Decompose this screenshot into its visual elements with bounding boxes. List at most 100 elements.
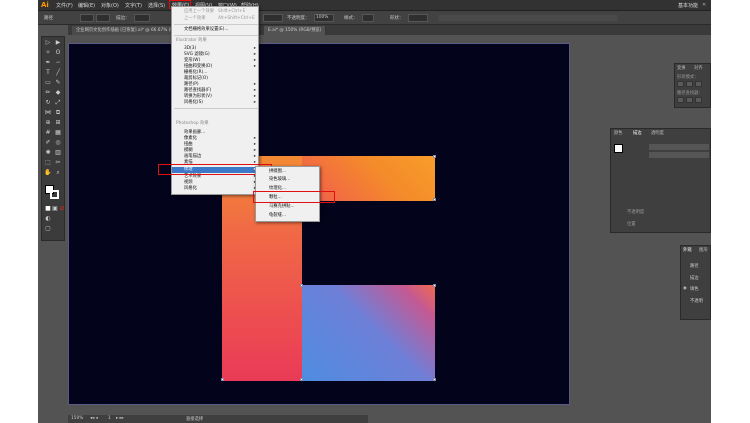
left-margin <box>0 0 38 423</box>
workspace-switcher[interactable]: 基本功能 <box>678 2 698 9</box>
tab-stroke[interactable]: 描边 <box>633 130 642 136</box>
submenu-item-mosaic-tiles[interactable]: 马赛克拼贴... <box>256 204 319 210</box>
align-controls[interactable] <box>438 14 618 22</box>
merge-button[interactable] <box>695 97 702 103</box>
submenu-item-craquelure[interactable]: 龟裂缝... <box>256 213 319 219</box>
anchor-point[interactable] <box>221 378 224 381</box>
brush-select[interactable] <box>263 14 283 22</box>
anchor-point[interactable] <box>433 155 436 158</box>
artboard-next-icon[interactable]: ▸ ▸▸ <box>116 416 124 421</box>
submenu-item-stained-glass[interactable]: 染色玻璃... <box>256 177 319 183</box>
zoom-tool-icon[interactable]: ⌕ <box>54 169 62 177</box>
menu-separator <box>174 35 258 36</box>
draw-mode-icon[interactable]: ◐ <box>44 215 52 223</box>
width-tool-icon[interactable]: ⋈ <box>44 109 52 117</box>
anchor-point[interactable] <box>300 284 303 287</box>
pencil-icon[interactable]: ✏ <box>44 89 52 97</box>
unite-button[interactable] <box>677 81 684 87</box>
selection-tool-icon[interactable]: ▷ <box>44 39 52 47</box>
stroke-swatch[interactable] <box>96 14 110 22</box>
gradient-tool-icon[interactable]: ▦ <box>54 129 62 137</box>
shape-select[interactable] <box>408 14 428 22</box>
none-mode-icon[interactable]: ⧄ <box>58 205 66 213</box>
menu-item-apply-last-effect[interactable]: 应用上一个效果 Shift+Ctrl+E <box>172 9 260 15</box>
fill-swatch[interactable] <box>80 14 94 22</box>
letter-e-bottom-block[interactable] <box>302 285 435 381</box>
tab-transparency[interactable]: 透明度 <box>651 130 664 136</box>
stroke-weight-input[interactable] <box>134 14 150 22</box>
line-tool-icon[interactable]: ╱ <box>54 69 62 77</box>
style-select[interactable] <box>362 14 374 22</box>
screen-mode-icon[interactable]: ▢ <box>44 225 52 233</box>
menu-edit[interactable]: 编辑(E) <box>78 2 95 9</box>
blend-mode-select[interactable] <box>649 144 709 150</box>
mesh-tool-icon[interactable]: # <box>44 129 52 137</box>
tab-color[interactable]: 颜色 <box>614 130 623 136</box>
stroke-color-icon[interactable] <box>50 190 59 199</box>
menu-type[interactable]: 文字(T) <box>125 2 142 9</box>
graph-tool-icon[interactable]: ▥ <box>54 149 62 157</box>
anchor-point[interactable] <box>433 198 436 201</box>
rectangle-tool-icon[interactable]: ▭ <box>44 79 52 87</box>
tab-transform[interactable]: 变换 <box>677 65 686 71</box>
anchor-point[interactable] <box>300 378 303 381</box>
minus-front-button[interactable] <box>686 81 693 87</box>
appearance-panel: 外观 图形 路径 描边 ◉ 填色 不透明 <box>680 245 711 320</box>
menu-select[interactable]: 选择(S) <box>148 2 165 9</box>
grain-item-highlight <box>253 191 335 203</box>
direct-selection-tool-icon[interactable]: ▶ <box>54 39 62 47</box>
menu-item-last-effect[interactable]: 上一个效果 Alt+Shift+Ctrl+E <box>172 16 260 22</box>
tab-appearance[interactable]: 外观 <box>683 247 692 253</box>
hand-tool-icon[interactable]: ✋ <box>44 169 52 177</box>
eyedropper-icon[interactable]: ✐ <box>44 139 52 147</box>
close-icon[interactable]: ✕ <box>702 2 706 8</box>
slice-tool-icon[interactable]: ✂ <box>54 159 62 167</box>
shape-builder-icon[interactable]: ⊕ <box>44 119 52 127</box>
illustrator-window: Ai 文件(F) 编辑(E) 对象(O) 文字(T) 选择(S) 效果(C) 视… <box>38 0 711 423</box>
rotate-tool-icon[interactable]: ↻ <box>44 99 52 107</box>
zoom-level[interactable]: 150% <box>71 416 83 421</box>
opacity-input[interactable]: 100% <box>314 14 334 22</box>
lasso-icon[interactable]: ʘ <box>54 49 62 57</box>
menu-file[interactable]: 文件(F) <box>56 2 73 9</box>
artboard[interactable] <box>68 43 570 405</box>
free-transform-icon[interactable]: ⧉ <box>54 109 62 117</box>
artboard-nav-icon[interactable]: ◂◂ ◂ <box>90 416 98 421</box>
divide-button[interactable] <box>677 97 684 103</box>
opacity-row-label: 不透明度 <box>627 210 645 215</box>
submenu-item-patchwork[interactable]: 拼缀图... <box>256 169 319 175</box>
page-number[interactable]: 1 <box>108 416 111 421</box>
type-tool-icon[interactable]: T <box>44 69 52 77</box>
eraser-icon[interactable]: ◆ <box>54 89 62 97</box>
anchor-point[interactable] <box>433 378 436 381</box>
tab-document-2[interactable]: E.ai* @ 150% (RGB/预览) <box>264 26 327 35</box>
paintbrush-icon[interactable]: ✎ <box>54 79 62 87</box>
fill-color-icon[interactable] <box>614 144 623 153</box>
menu-item-stylize-ai[interactable]: 风格化(S) ▸ <box>172 100 260 106</box>
menu-object[interactable]: 对象(O) <box>101 2 119 9</box>
curvature-tool-icon[interactable]: ∽ <box>54 59 62 67</box>
visibility-eye-icon[interactable]: ◉ <box>683 286 687 291</box>
symbol-sprayer-icon[interactable]: ✺ <box>44 149 52 157</box>
tab-align[interactable]: 对齐 <box>694 65 703 71</box>
pen-tool-icon[interactable]: ✒ <box>44 59 52 67</box>
tab-graphic-styles[interactable]: 图形 <box>699 247 708 253</box>
menu-separator <box>174 108 258 109</box>
anchor-point[interactable] <box>433 284 436 287</box>
scale-tool-icon[interactable]: ⤢ <box>54 99 62 107</box>
pathfinder-label: 路径查找器： <box>677 91 703 96</box>
menu-item-document-raster[interactable]: 文档栅格效果设置(E)... <box>172 27 260 33</box>
stroke-weight-select[interactable] <box>649 152 709 158</box>
appearance-stroke[interactable]: 描边 <box>690 275 699 281</box>
appearance-path[interactable]: 路径 <box>690 263 699 269</box>
trim-button[interactable] <box>686 97 693 103</box>
appearance-fill[interactable]: 填色 <box>690 286 699 292</box>
menu-item-stylize-ps[interactable]: 风格化▸ <box>172 186 260 192</box>
intersect-button[interactable] <box>695 81 702 87</box>
appearance-opacity[interactable]: 不透明 <box>690 298 703 304</box>
artboard-tool-icon[interactable]: ⬚ <box>44 159 52 167</box>
perspective-icon[interactable]: ⊞ <box>54 119 62 127</box>
shape-mode-label: 形状模式： <box>677 75 699 80</box>
blend-tool-icon[interactable]: ◎ <box>54 139 62 147</box>
magic-wand-icon[interactable]: ✧ <box>44 49 52 57</box>
